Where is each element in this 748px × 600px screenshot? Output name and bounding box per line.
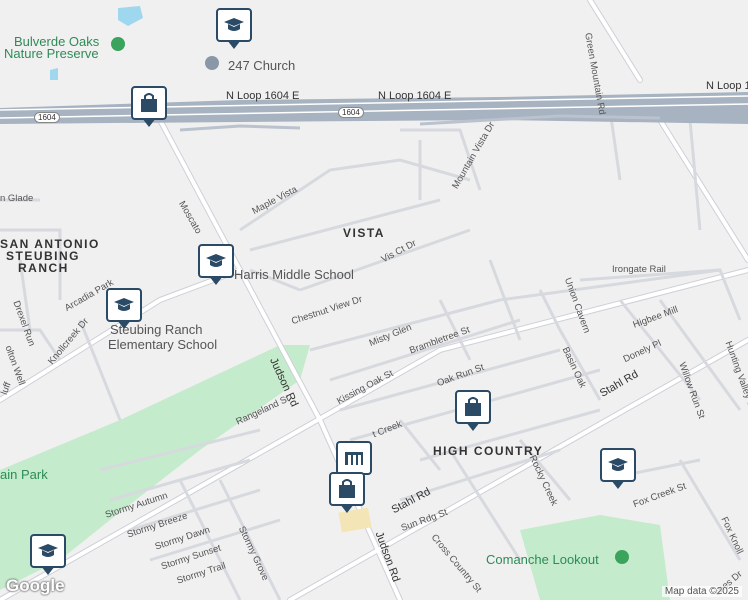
label-harris-middle-school: Harris Middle School: [234, 267, 354, 282]
school-marker-icon-east[interactable]: [600, 448, 636, 492]
school-marker-icon-harris[interactable]: [198, 244, 234, 288]
map-attribution[interactable]: Map data ©2025: [661, 586, 742, 597]
school-marker-icon-steubing[interactable]: [106, 288, 142, 332]
label-high-country: HIGH COUNTRY: [433, 444, 544, 458]
label-ranch: RANCH: [18, 261, 69, 275]
water-pond: [118, 6, 143, 26]
label-n-loop-1604-e-1: N Loop 1604 E: [226, 90, 300, 102]
google-logo[interactable]: Google: [6, 576, 65, 596]
water-pond-2: [50, 68, 58, 80]
label-elementary-school: Elementary School: [108, 337, 218, 352]
label-vista: VISTA: [343, 226, 385, 240]
school-marker-icon-southwest[interactable]: [30, 534, 66, 578]
label-comanche-lookout: Comanche Lookout: [486, 552, 599, 567]
label-n-loop-1604-e-2: N Loop 1604 E: [378, 90, 452, 102]
park-icon-comanche: [615, 550, 629, 564]
highway-shield-1604-b: 1604: [338, 107, 364, 118]
label-ain-park: ain Park: [0, 467, 48, 482]
church-icon-shape: [205, 56, 219, 70]
school-marker-icon[interactable]: [216, 8, 252, 52]
label-glen-glade: n Glade: [0, 193, 34, 204]
shopping-bag-marker-icon-3[interactable]: [329, 472, 365, 516]
label-nature-preserve: Nature Preserve: [4, 46, 99, 61]
shopping-bag-marker-icon-2[interactable]: [455, 390, 491, 434]
highway-shield-1604-a: 1604: [34, 112, 60, 123]
shopping-bag-marker-icon[interactable]: [131, 86, 167, 130]
map-canvas[interactable]: Bulverde Oaks Nature Preserve 247 Church…: [0, 0, 748, 600]
label-247-church: 247 Church: [228, 58, 296, 73]
label-n-loop-1604-e-3: N Loop 1604 E: [706, 80, 748, 92]
park-icon-bulverde: [111, 37, 125, 51]
label-irongate-rail: Irongate Rail: [612, 264, 666, 275]
